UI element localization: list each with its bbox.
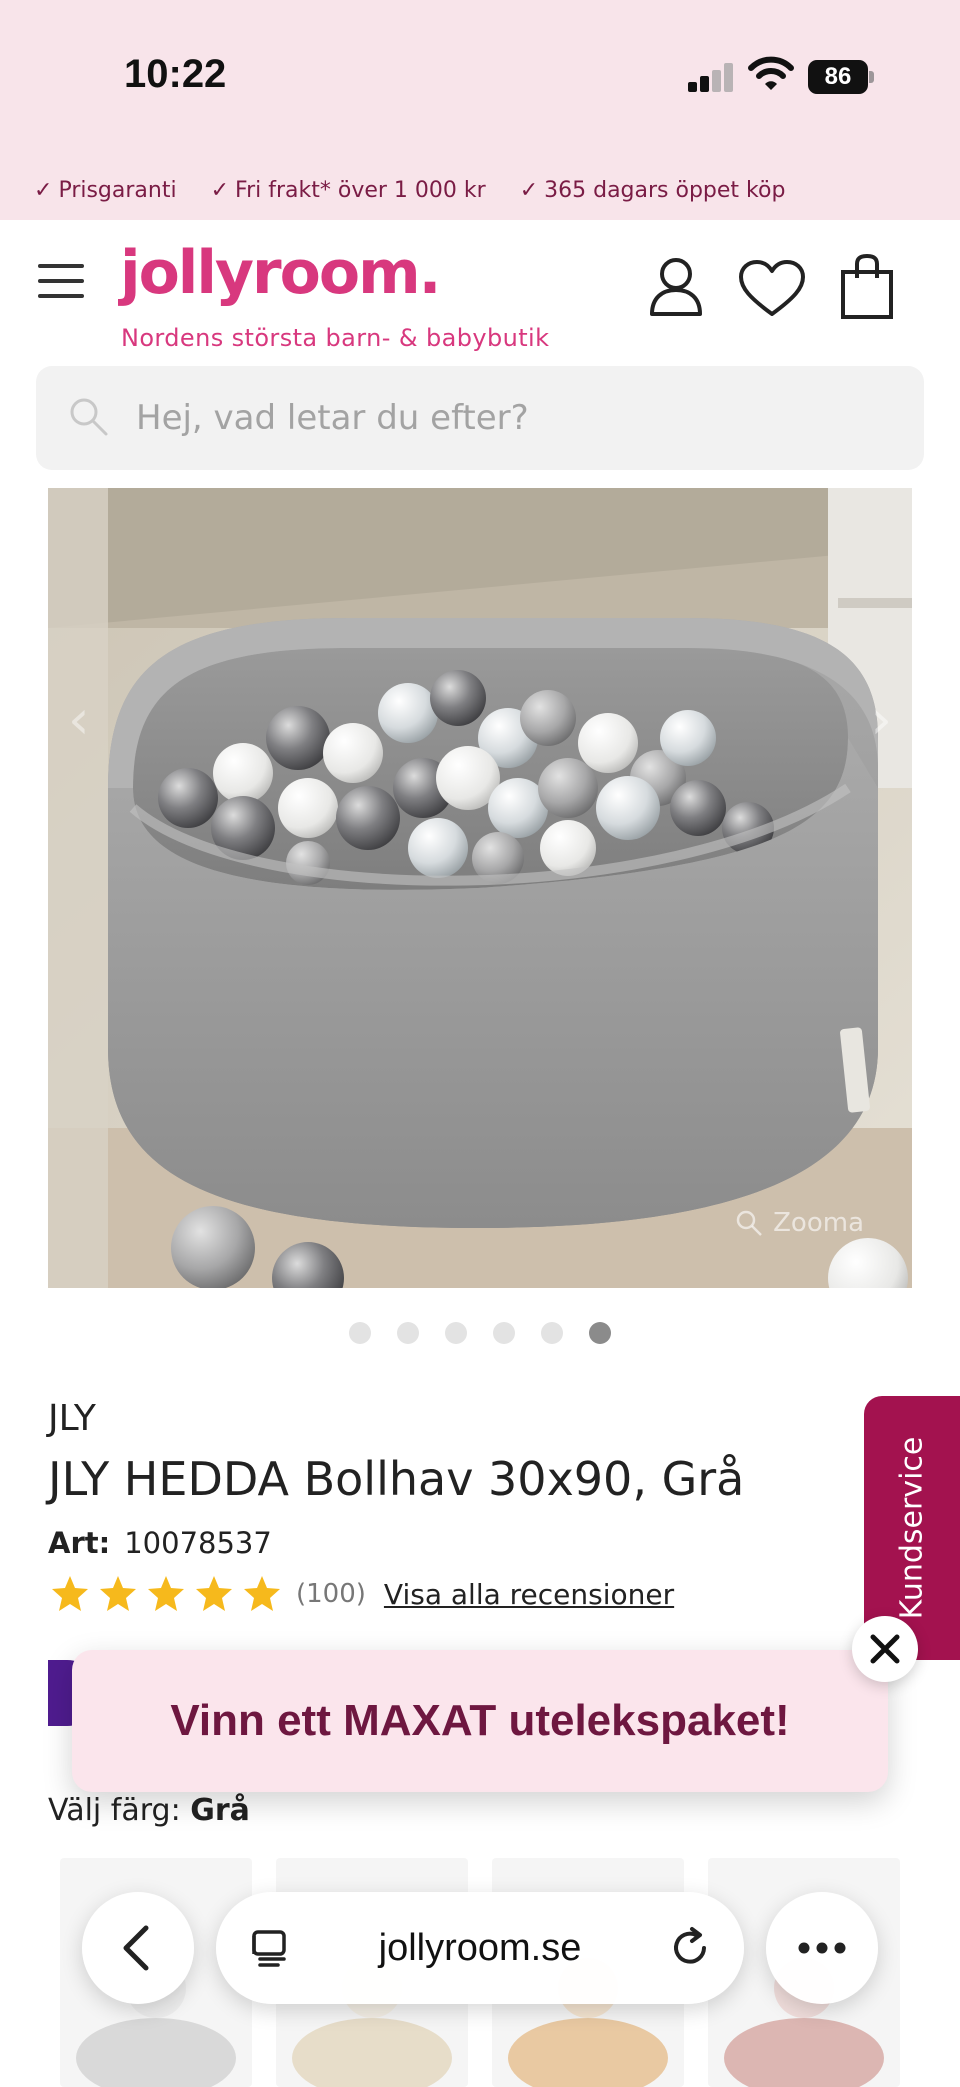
- battery-icon: 86: [808, 60, 874, 94]
- star-icon: [196, 1576, 232, 1611]
- site-tagline: Nordens största barn- & babybutik: [121, 324, 550, 352]
- gallery-dot-active[interactable]: [589, 1322, 611, 1344]
- usp-item: ✓ Prisgaranti: [34, 177, 177, 203]
- cart-bag-icon[interactable]: [840, 253, 894, 324]
- magnifier-icon: [736, 1210, 762, 1236]
- search-input[interactable]: [136, 366, 896, 470]
- gallery-dot[interactable]: [445, 1322, 467, 1344]
- more-dots-icon: [798, 1942, 846, 1954]
- menu-icon[interactable]: [38, 264, 84, 298]
- product-image[interactable]: ‹ › Zooma: [48, 488, 912, 1288]
- article-label: Art:: [48, 1526, 111, 1560]
- reload-icon[interactable]: [668, 1926, 712, 1974]
- selected-color: Grå: [190, 1793, 250, 1828]
- check-icon: ✓: [210, 177, 230, 203]
- browser-back-button[interactable]: [82, 1892, 194, 2004]
- article-value: 10078537: [124, 1526, 272, 1560]
- article-number: Art: 10078537: [48, 1526, 272, 1560]
- check-icon: ✓: [519, 177, 539, 203]
- star-icon: [148, 1576, 184, 1611]
- cellular-signal-icon: [688, 62, 734, 92]
- wishlist-heart-icon[interactable]: [738, 260, 806, 322]
- zoom-button[interactable]: Zooma: [735, 1208, 864, 1238]
- status-bar: 10:22 86: [0, 0, 960, 160]
- gallery-next-icon[interactable]: ›: [870, 688, 892, 751]
- review-count: (100): [296, 1579, 366, 1609]
- close-icon: [870, 1634, 900, 1664]
- star-icon: [244, 1576, 280, 1611]
- customer-service-label: Kundservice: [894, 1436, 930, 1620]
- usp-item: ✓ Fri frakt* över 1 000 kr: [210, 177, 486, 203]
- browser-more-button[interactable]: [766, 1892, 878, 2004]
- battery-level: 86: [808, 60, 868, 94]
- search-icon: [68, 396, 110, 438]
- search-bar[interactable]: [36, 366, 924, 470]
- star-icon: [52, 1576, 88, 1611]
- gallery-prev-icon[interactable]: ‹: [68, 688, 90, 751]
- browser-url: jollyroom.se: [378, 1927, 582, 1969]
- product-rating: (100) Visa alla recensioner: [50, 1574, 674, 1614]
- site-logo[interactable]: jollyroom.: [120, 238, 441, 308]
- account-icon[interactable]: [648, 256, 704, 322]
- wifi-icon: [748, 56, 794, 92]
- gallery-pagination: [0, 1322, 960, 1344]
- clock: 10:22: [124, 52, 227, 96]
- gallery-dot[interactable]: [493, 1322, 515, 1344]
- gallery-dot[interactable]: [397, 1322, 419, 1344]
- ball-pit-photo: [48, 488, 912, 1288]
- usp-strip: ✓ Prisgaranti ✓ Fri frakt* över 1 000 kr ✓…: [0, 160, 960, 220]
- promo-banner-text: Vinn ett MAXAT utelekspaket!: [170, 1696, 790, 1745]
- chevron-left-icon: [123, 1925, 149, 1971]
- gallery-dot[interactable]: [541, 1322, 563, 1344]
- browser-address-bar[interactable]: jollyroom.se: [216, 1892, 744, 2004]
- usp-item: ✓ 365 dagars öppet köp: [519, 177, 786, 203]
- zoom-label: Zooma: [773, 1208, 864, 1238]
- close-banner-button[interactable]: [852, 1616, 918, 1682]
- gallery-dot[interactable]: [349, 1322, 371, 1344]
- product-brand[interactable]: JLY: [48, 1398, 96, 1439]
- star-icon: [100, 1576, 136, 1611]
- site-header: jollyroom. Nordens största barn- & babyb…: [0, 220, 960, 360]
- check-icon: ✓: [34, 177, 53, 203]
- color-selector-label: Välj färg: Grå: [48, 1793, 250, 1828]
- product-title: JLY HEDDA Bollhav 30x90, Grå: [48, 1452, 745, 1506]
- view-all-reviews-link[interactable]: Visa alla recensioner: [384, 1578, 674, 1611]
- promo-banner[interactable]: Vinn ett MAXAT utelekspaket!: [72, 1650, 888, 1792]
